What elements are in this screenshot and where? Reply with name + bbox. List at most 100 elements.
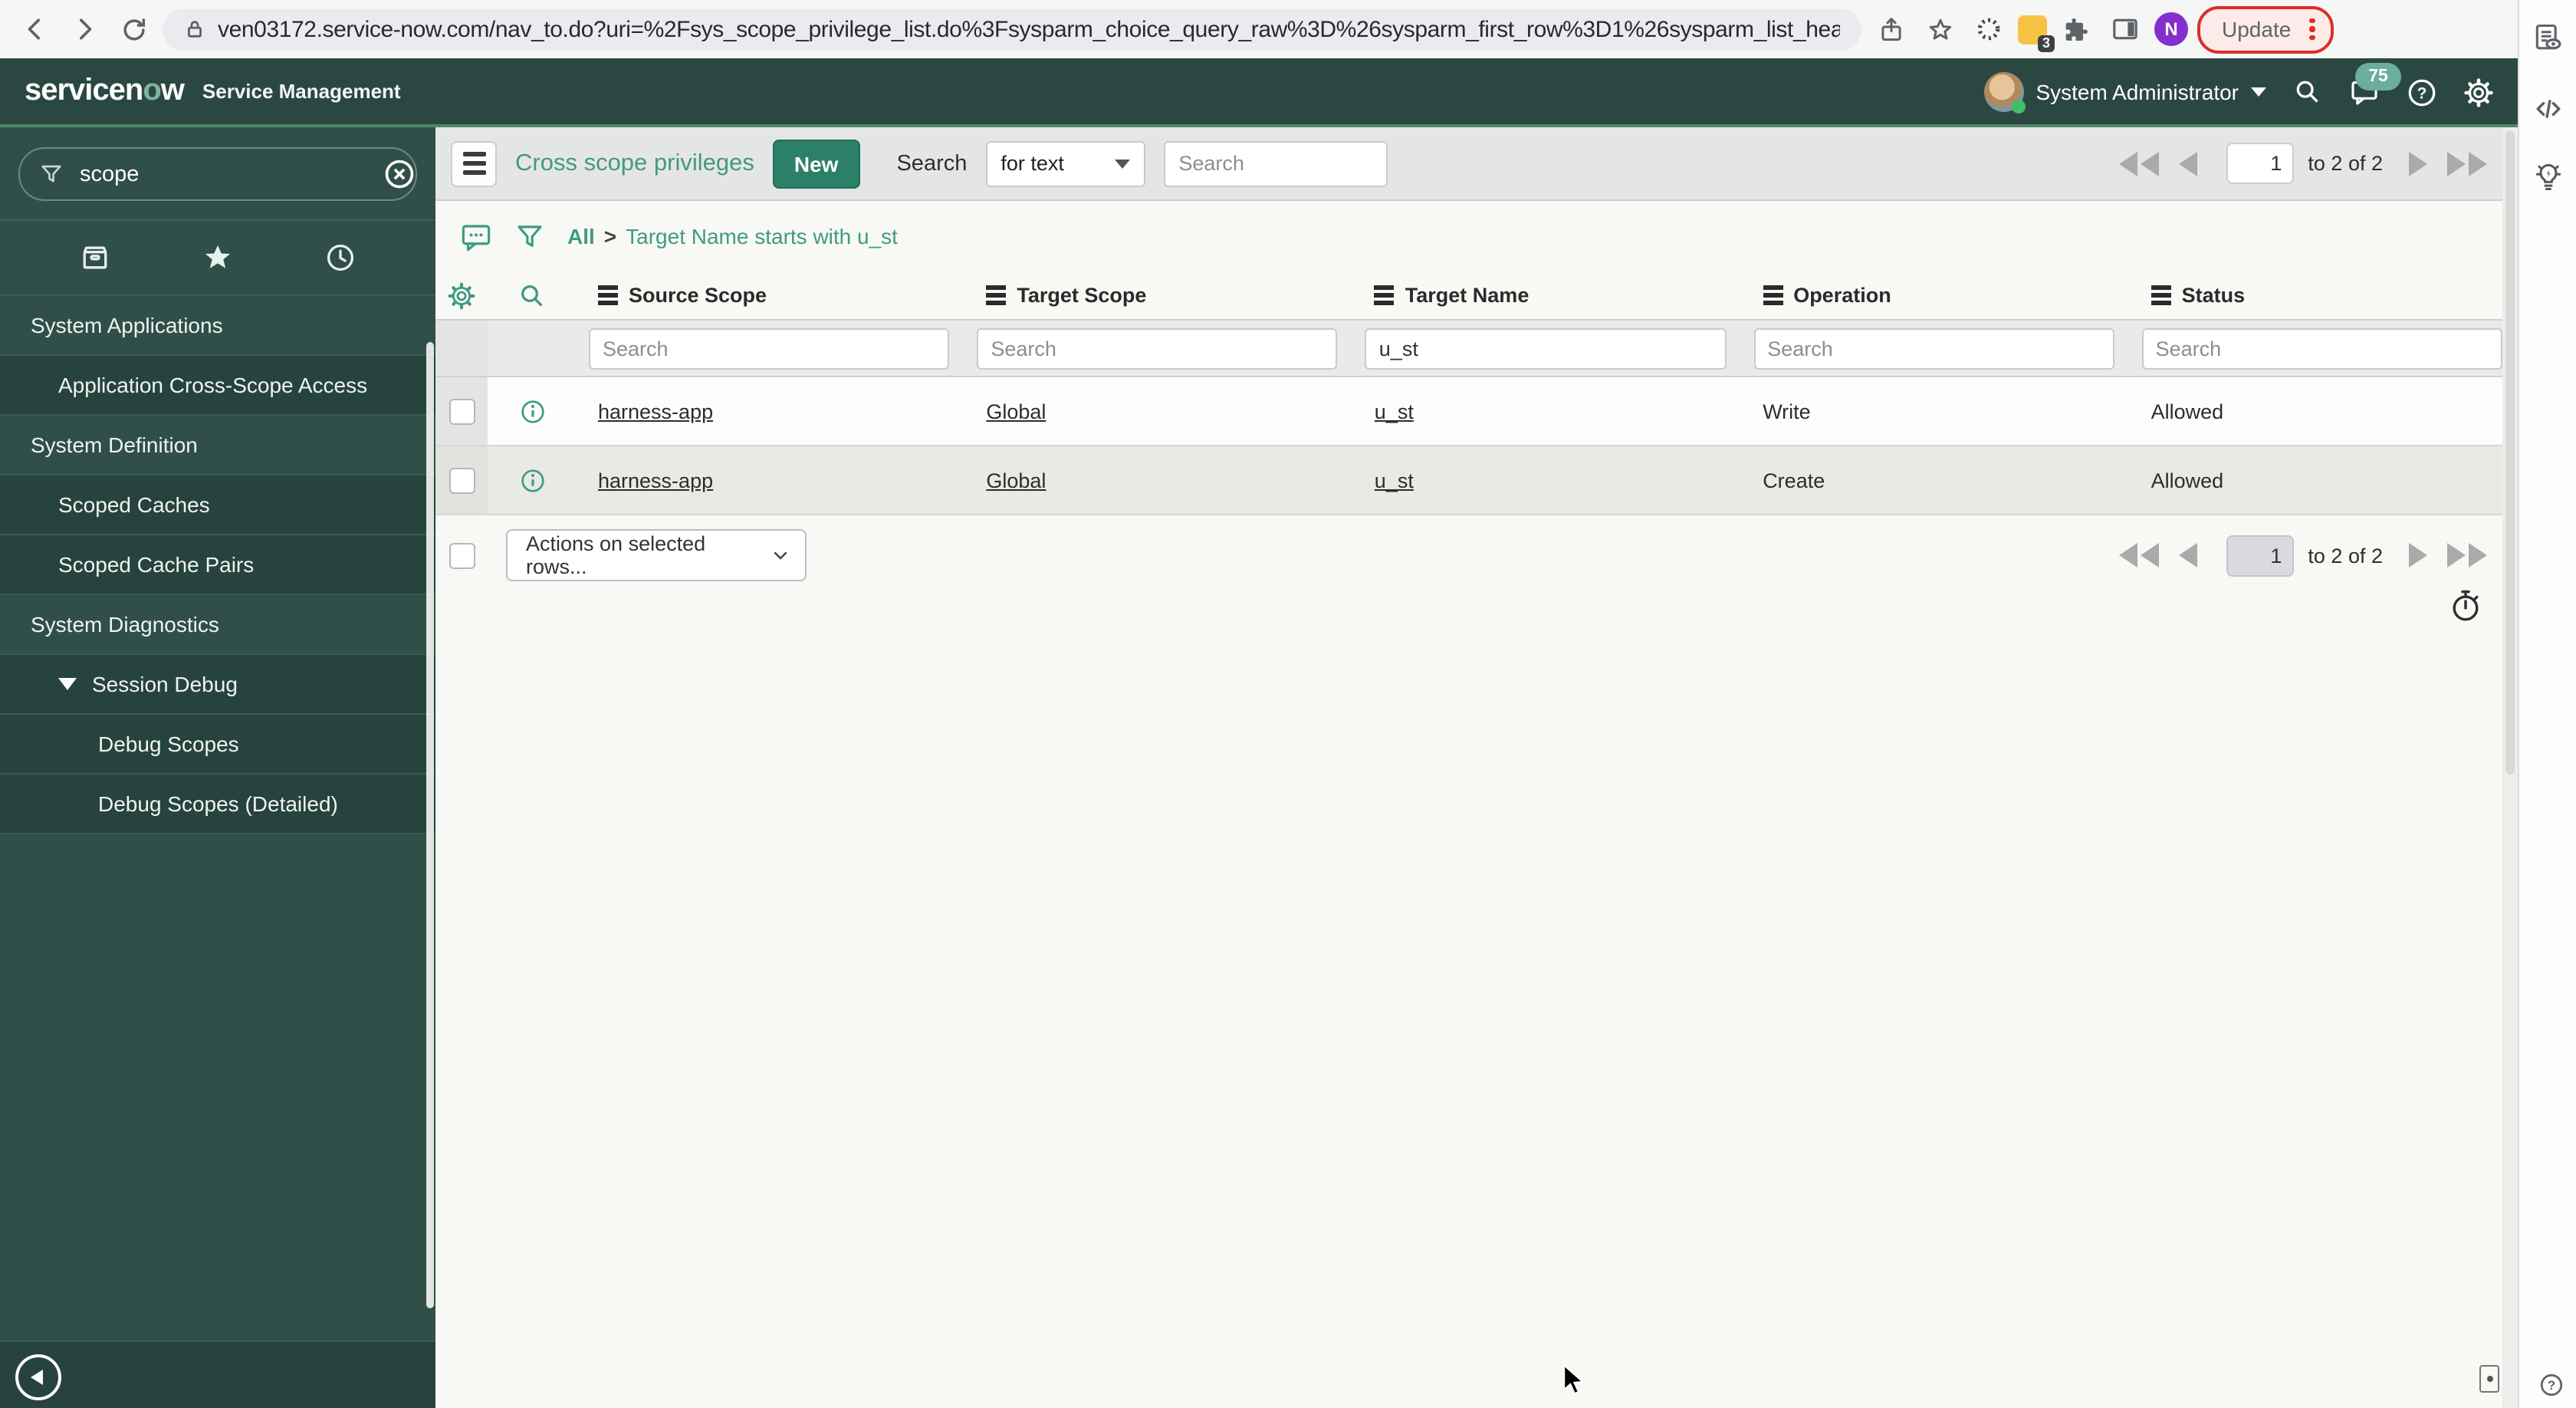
navigator-footer [0,1341,435,1408]
collapse-navigator-button[interactable] [15,1354,61,1400]
list-search-input[interactable] [1163,140,1388,186]
code-icon[interactable] [2532,92,2565,126]
sidebar-item-scoped-cache-pairs[interactable]: Scoped Cache Pairs [0,535,435,595]
status-cell: Allowed [2150,400,2224,423]
help-icon[interactable]: ? [2406,76,2436,107]
bookmark-star-icon[interactable] [1920,9,1960,49]
browser-reload-icon[interactable] [113,9,153,49]
lightbulb-icon[interactable] [2532,160,2565,193]
sidebar-item-debug-scopes-detailed[interactable]: Debug Scopes (Detailed) [0,775,435,834]
filter-target-name-input[interactable] [1365,327,1727,369]
target-scope-link[interactable]: Global [986,469,1046,492]
all-applications-tab-icon[interactable] [78,241,112,275]
extension-spinner-icon[interactable] [1969,9,2009,49]
column-header-target-name[interactable]: Target Name [1353,284,1741,307]
column-header-operation[interactable]: Operation [1741,284,2129,307]
extension-badge: 3 [2037,35,2055,51]
row-info-icon[interactable] [488,396,577,426]
list-search-toggle-icon[interactable] [517,280,547,311]
favorites-tab-icon[interactable] [201,241,235,275]
operation-cell: Create [1763,469,1825,492]
breadcrumb-all-link[interactable]: All [567,224,595,248]
chevron-down-icon [2251,87,2266,96]
list-corner-icon[interactable] [2479,1365,2499,1393]
svg-text:?: ? [2548,1379,2555,1393]
navigator-scrollbar[interactable] [426,342,434,1308]
sidebar-item-system-definition[interactable]: System Definition [0,416,435,475]
filter-operation-input[interactable] [1753,327,2114,369]
personalize-list-gear-icon[interactable] [446,280,477,311]
new-button[interactable]: New [772,139,860,188]
sidebar-item-debug-scopes[interactable]: Debug Scopes [0,715,435,775]
last-page-button[interactable] [2444,148,2490,179]
row-checkbox[interactable] [449,467,475,493]
content-scrollbar[interactable] [2502,127,2518,1408]
global-search-icon[interactable] [2292,76,2323,107]
list-toolbar: Cross scope privileges New Search for te… [435,127,2518,201]
source-scope-link[interactable]: harness-app [598,400,713,423]
first-page-button[interactable] [2116,148,2162,179]
browser-forward-icon[interactable] [64,9,104,49]
sidebar-item-session-debug[interactable]: Session Debug [0,655,435,715]
filter-source-scope-input[interactable] [589,327,950,369]
extensions-puzzle-icon[interactable] [2056,9,2096,49]
user-menu[interactable]: System Administrator [1983,71,2266,113]
page-number-input[interactable] [2226,535,2295,576]
list-title-link[interactable]: Cross scope privileges [515,150,754,177]
sidebar-item-system-applications[interactable]: System Applications [0,296,435,356]
list-controls-button[interactable] [451,140,497,186]
last-page-button[interactable] [2444,540,2490,571]
sidebar-item-application-cross-scope-access[interactable]: Application Cross-Scope Access [0,356,435,416]
prev-page-button[interactable] [2176,148,2200,179]
sidebar-item-scoped-caches[interactable]: Scoped Caches [0,475,435,535]
column-header-source-scope[interactable]: Source Scope [577,284,964,307]
filter-status-input[interactable] [2141,327,2502,369]
operation-cell: Write [1763,400,1811,423]
row-checkbox[interactable] [449,398,475,424]
history-tab-icon[interactable] [324,241,357,275]
servicenow-logo: servicenow [25,74,185,107]
conversations-icon[interactable]: 75 [2349,62,2401,107]
column-header-status[interactable]: Status [2130,284,2518,307]
target-name-link[interactable]: u_st [1375,469,1414,492]
breadcrumb-filter-link[interactable]: Target Name starts with u_st [626,224,898,248]
actions-select[interactable]: Actions on selected rows... [506,529,807,581]
lock-icon [184,18,205,40]
next-page-button[interactable] [2406,148,2430,179]
column-header-target-scope[interactable]: Target Scope [964,284,1352,307]
address-bar[interactable]: ven03172.service-now.com/nav_to.do?uri=%… [163,8,1861,50]
page-number-input[interactable] [2226,143,2295,184]
side-panel-icon[interactable] [2105,9,2145,49]
settings-gear-icon[interactable] [2463,76,2493,107]
status-cell: Allowed [2150,469,2224,492]
form-reader-icon[interactable] [2532,21,2565,55]
strip-help-icon[interactable]: ? [2538,1371,2565,1399]
filter-funnel-icon[interactable] [514,220,546,252]
next-page-button[interactable] [2406,540,2430,571]
navigator-filter-input[interactable] [77,160,370,188]
table-row: harness-app Global u_st Write Allowed [435,377,2518,446]
prev-page-button[interactable] [2176,540,2200,571]
target-scope-link[interactable]: Global [986,400,1046,423]
bottom-pagination: to 2 of 2 [2116,535,2490,576]
list-chat-icon[interactable] [460,220,492,252]
browser-back-icon[interactable] [15,9,55,49]
search-type-select[interactable]: for text [985,140,1145,186]
svg-text:?: ? [2417,84,2427,101]
response-time-icon[interactable] [2447,587,2484,624]
extension-yellow-icon[interactable]: 3 [2018,15,2055,51]
select-all-checkbox[interactable] [449,542,475,568]
chevron-down-icon [1114,159,1130,168]
sidebar-item-system-diagnostics[interactable]: System Diagnostics [0,595,435,655]
share-icon[interactable] [1871,9,1911,49]
clear-filter-icon[interactable] [382,156,417,192]
source-scope-link[interactable]: harness-app [598,469,713,492]
filter-target-scope-input[interactable] [977,327,1338,369]
browser-profile-avatar[interactable]: N [2154,12,2188,46]
row-info-icon[interactable] [488,465,577,495]
browser-update-button[interactable]: Update [2197,5,2334,53]
target-name-link[interactable]: u_st [1375,400,1414,423]
first-page-button[interactable] [2116,540,2162,571]
list-footer-row: Actions on selected rows... to 2 of 2 [435,529,2518,581]
navigator-filter-box[interactable] [18,147,417,201]
